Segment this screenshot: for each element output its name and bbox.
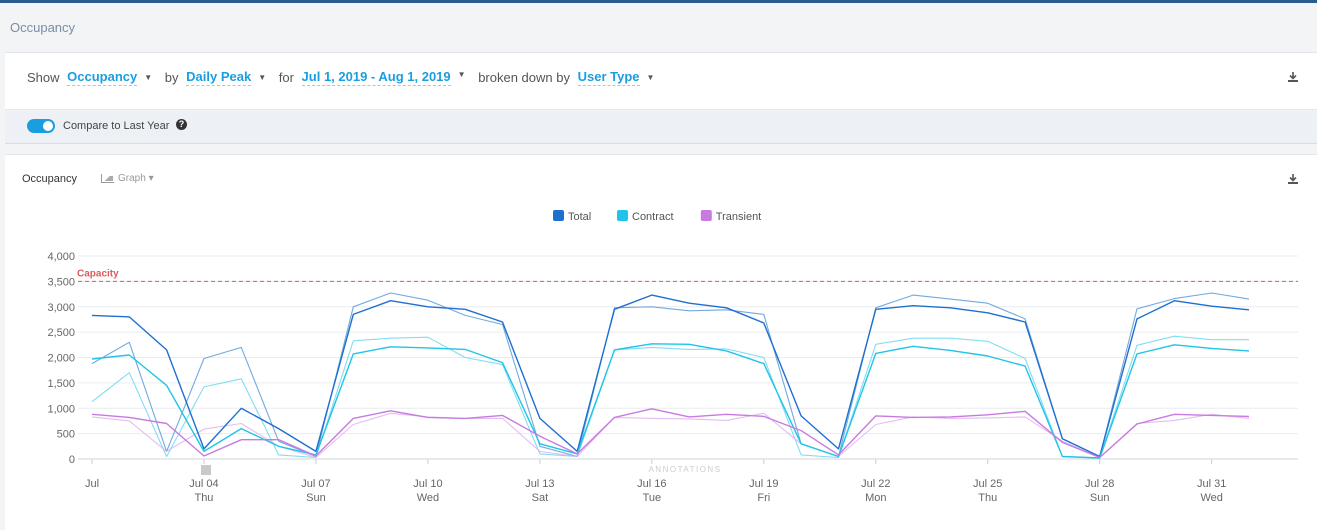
view-toggle-label: Graph [118,173,146,184]
question-circle-icon[interactable]: ? [176,119,187,130]
chevron-down-icon[interactable]: ▼ [258,73,266,82]
metric-dropdown[interactable]: Occupancy [67,69,138,87]
aggregation-dropdown[interactable]: Daily Peak [186,69,252,87]
top-accent-bar [0,0,1317,3]
compare-bar: Compare to Last Year ? [5,111,1317,144]
for-label: for [278,70,294,86]
show-label: Show [27,70,60,86]
view-toggle[interactable]: Graph ▾ [101,173,154,184]
download-icon[interactable] [1287,173,1299,185]
toggle-knob [43,121,53,131]
breakdown-dropdown[interactable]: User Type [577,69,640,87]
chevron-down-icon[interactable]: ▼ [458,70,466,79]
breakdown-label: broken down by [478,70,570,86]
date-range-picker[interactable]: Jul 1, 2019 - Aug 1, 2019 [301,69,451,87]
filter-bar: Show Occupancy ▼ by Daily Peak ▼ for Jul 1… [5,52,1317,110]
download-icon[interactable] [1287,71,1299,83]
card-title: Occupancy [22,173,78,185]
filter-sentence: Show Occupancy ▼ by Daily Peak ▼ for Jul 1… [27,69,663,87]
page-title: Occupancy [10,20,76,35]
compare-label: Compare to Last Year [63,120,170,132]
chart-card: Occupancy Graph ▾ [5,154,1317,530]
compare-toggle[interactable] [27,119,55,133]
area-chart-icon [101,173,114,183]
by-label: by [164,70,179,86]
chevron-down-icon[interactable]: ▼ [647,73,655,82]
chevron-down-icon[interactable]: ▼ [144,73,152,82]
